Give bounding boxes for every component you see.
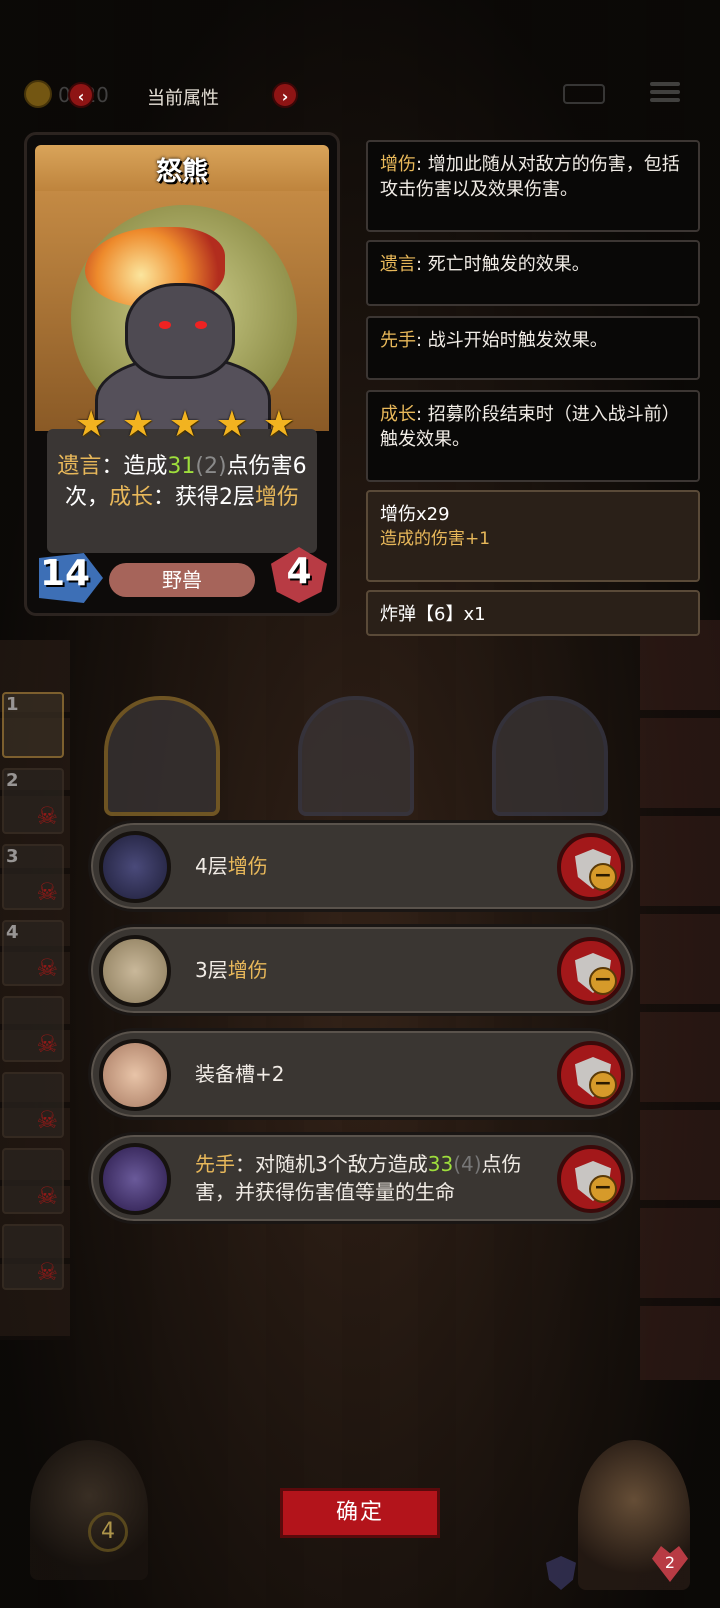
card-art: [35, 191, 329, 445]
remove-equipment-button[interactable]: −: [557, 833, 625, 901]
skull-icon: ☠: [36, 1030, 58, 1058]
kw-growth: 成长: [108, 485, 153, 510]
skull-icon: ☠: [36, 1106, 58, 1134]
remove-equipment-button[interactable]: −: [557, 1041, 625, 1109]
buff-title: 增伤x29: [380, 504, 450, 525]
star-icon: ★: [262, 404, 295, 445]
equipment-row: 3层 增伤 −: [88, 924, 636, 1016]
remove-equipment-button[interactable]: −: [557, 1145, 625, 1213]
team-slot[interactable]: ☠: [2, 1072, 64, 1138]
team-slot[interactable]: 3 ☠: [2, 844, 64, 910]
kw-deathrattle: 遗言: [57, 454, 102, 479]
skull-icon: ☠: [36, 954, 58, 982]
keyword-box-first-strike: 先手: 战斗开始时触发效果。: [366, 316, 700, 380]
star-rating: ★ ★ ★ ★ ★: [75, 405, 295, 445]
minion-card: 怒熊 ★ ★ ★ ★ ★ 遗言：造成31(2)点伤害6次，成长：获得2层增伤 1…: [24, 132, 340, 616]
equipment-row: 装备槽+2 −: [88, 1028, 636, 1120]
health-value: 4: [286, 551, 312, 592]
skull-icon: ☠: [36, 878, 58, 906]
keyword-box-damage-boost: 增伤: 增加此随从对敌方的伤害，包括攻击伤害以及效果伤害。: [366, 140, 700, 232]
bear-eye-left: [159, 321, 171, 329]
team-slot[interactable]: 2 ☠: [2, 768, 64, 834]
equipment-row: 先手：对随机3个敌方造成33(4)点伤害，并获得伤害值等量的生命 −: [88, 1132, 636, 1224]
spirit-icon: [99, 1143, 171, 1215]
equipment-text: 4层 增伤: [195, 854, 268, 878]
bear-eye-right: [195, 321, 207, 329]
minus-icon: −: [589, 967, 617, 995]
menu-icon[interactable]: [650, 78, 680, 108]
star-icon: ★: [168, 404, 202, 445]
equipment-row: 4层 增伤 −: [88, 820, 636, 912]
minus-icon: −: [589, 1071, 617, 1099]
minus-icon: −: [589, 863, 617, 891]
board-minion-slot[interactable]: [492, 696, 608, 816]
board-minion-slot[interactable]: [104, 696, 220, 816]
skull-icon: ☠: [36, 802, 58, 830]
next-button[interactable]: ›: [272, 82, 298, 108]
buff-subtitle: 造成的伤害+1: [380, 529, 491, 549]
pig-icon: [99, 1039, 171, 1111]
bear-head: [125, 283, 235, 379]
skull-icon: ☠: [36, 1182, 58, 1210]
top-bar: 0020 ‹ 当前属性 ›: [0, 70, 720, 120]
page-title: 当前属性: [147, 88, 219, 109]
bookshelf-right: [640, 620, 720, 1380]
team-slot[interactable]: 4 ☠: [2, 920, 64, 986]
team-slot[interactable]: ☠: [2, 996, 64, 1062]
card-name: 怒熊: [155, 157, 208, 187]
keyword-box-deathrattle: 遗言: 死亡时触发的效果。: [366, 240, 700, 306]
equipment-text: 先手：对随机3个敌方造成33(4)点伤害，并获得伤害值等量的生命: [195, 1152, 522, 1204]
remove-equipment-button[interactable]: −: [557, 937, 625, 1005]
team-slot[interactable]: ☠: [2, 1148, 64, 1214]
kw-damage-boost: 增伤: [255, 485, 300, 510]
star-icon: ★: [121, 404, 155, 445]
board-minion-slot[interactable]: [298, 696, 414, 816]
dark-wing-icon: [99, 831, 171, 903]
confirm-button[interactable]: 确定: [280, 1488, 440, 1538]
star-icon: ★: [75, 404, 108, 445]
star-icon: ★: [215, 404, 249, 445]
card-description: 遗言：造成31(2)点伤害6次，成长：获得2层增伤: [57, 454, 307, 510]
skull-icon: ☠: [36, 1258, 58, 1286]
equipment-text: 装备槽+2: [195, 1062, 285, 1086]
keyword-box-growth: 成长: 招募阶段结束时（进入战斗前）触发效果。: [366, 390, 700, 482]
coin-icon: [24, 80, 52, 108]
equipment-text: 3层 增伤: [195, 958, 268, 982]
buff-box: 增伤x29 造成的伤害+1: [366, 490, 700, 582]
buff-title: 炸弹【6】x1: [380, 604, 486, 625]
attack-value: 14: [39, 553, 91, 594]
player-hero-portrait[interactable]: [30, 1440, 148, 1580]
claw-slash-icon: [99, 935, 171, 1007]
tavern-level: 4: [88, 1512, 128, 1552]
minus-icon: −: [589, 1175, 617, 1203]
buff-box: 炸弹【6】x1: [366, 590, 700, 636]
team-slot[interactable]: 1: [2, 692, 64, 758]
team-slot[interactable]: ☠: [2, 1224, 64, 1290]
tribe-badge: 野兽: [109, 563, 255, 597]
prev-button[interactable]: ‹: [68, 82, 94, 108]
battery-icon: [563, 84, 605, 104]
